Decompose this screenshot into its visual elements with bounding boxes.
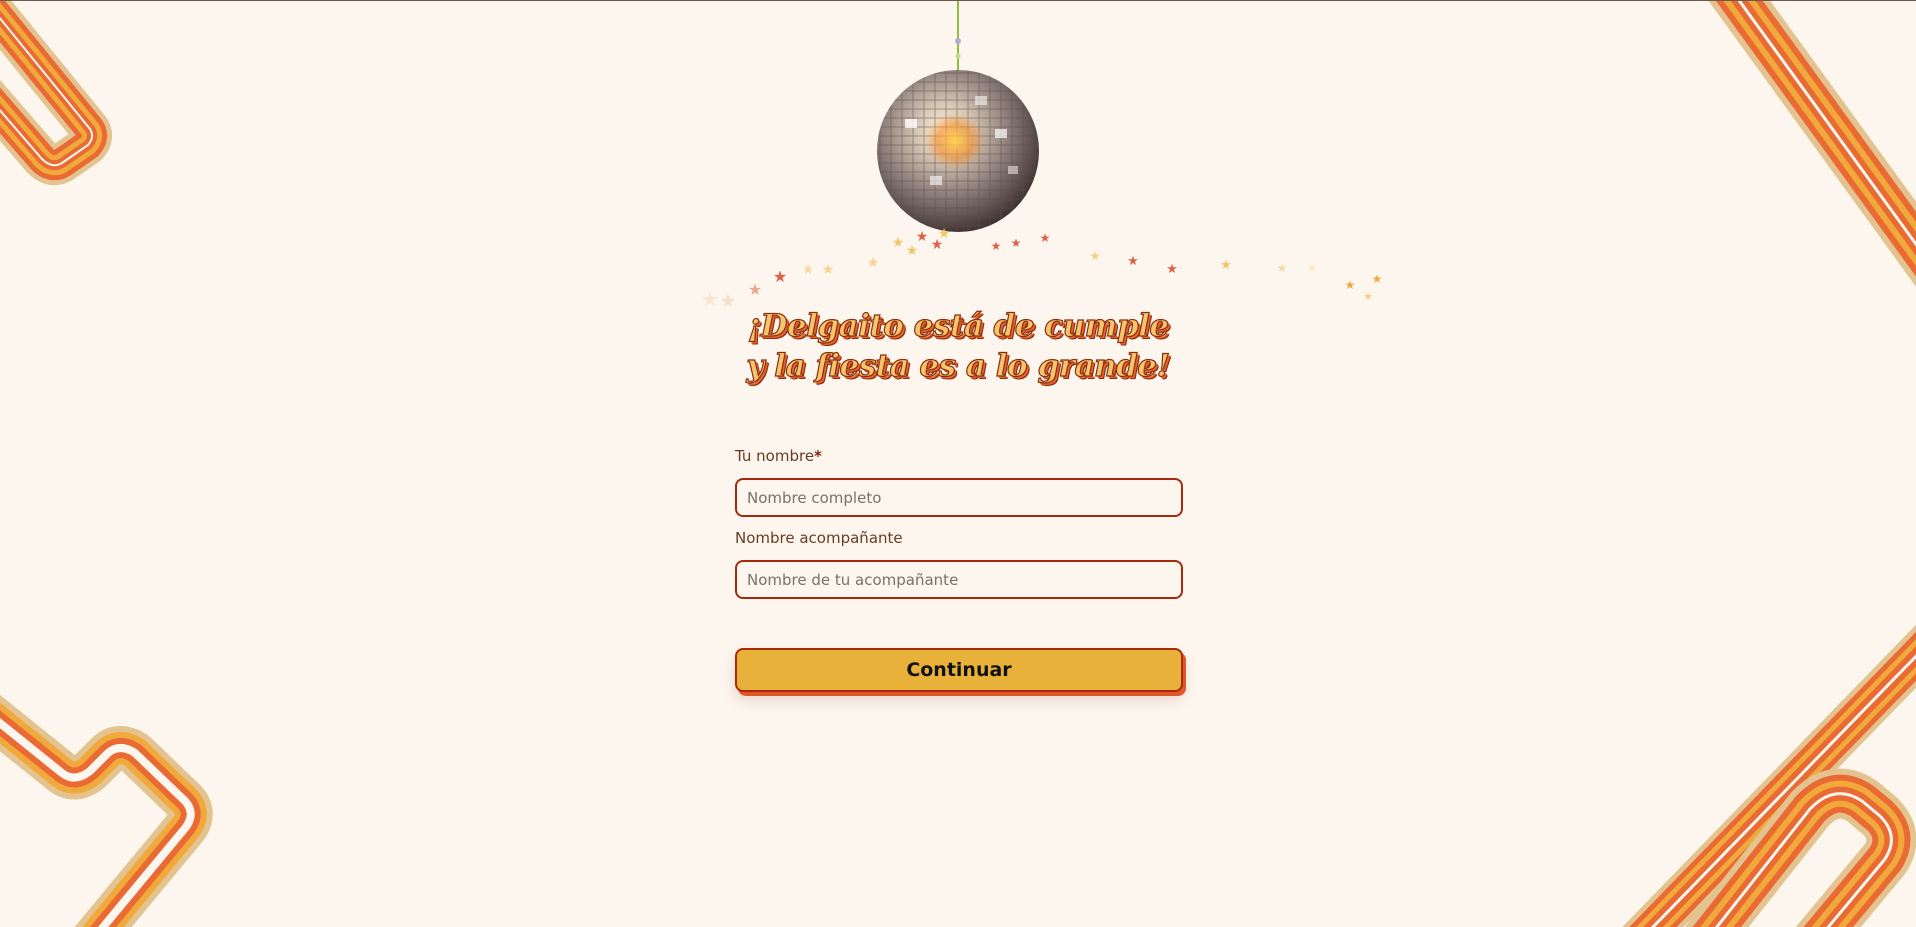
stripe-bottom-right [1622, 624, 1916, 927]
svg-text:★: ★ [1040, 231, 1051, 245]
star-icon: ★ ★ ★ ★ ★ ★ ★ ★ ★ ★ ★ ★ ★ ★ ★ ★ ★ ★ ★ ★ … [701, 226, 1382, 312]
svg-text:★: ★ [991, 239, 1002, 253]
svg-text:★: ★ [1372, 272, 1383, 286]
svg-text:★: ★ [892, 235, 905, 251]
svg-text:★: ★ [906, 243, 919, 259]
companion-input[interactable] [735, 560, 1183, 599]
svg-text:★: ★ [720, 291, 736, 312]
svg-text:★: ★ [773, 267, 787, 286]
name-label-text: Tu nombre [735, 447, 815, 465]
svg-text:★: ★ [701, 287, 719, 311]
svg-text:★: ★ [1127, 254, 1139, 269]
svg-text:★: ★ [1363, 290, 1373, 303]
svg-text:★: ★ [916, 229, 929, 245]
svg-text:★: ★ [1345, 278, 1356, 292]
continue-button[interactable]: Continuar [735, 648, 1183, 692]
svg-text:★: ★ [1307, 261, 1318, 275]
companion-field-label: Nombre acompañante [735, 529, 903, 547]
disco-ball-icon: ★ ★ ★ ★ ★ ★ ★ ★ ★ ★ ★ ★ ★ ★ ★ ★ ★ ★ ★ ★ … [701, 1, 1382, 312]
svg-text:★: ★ [1277, 261, 1288, 275]
invitation-page: ★ ★ ★ ★ ★ ★ ★ ★ ★ ★ ★ ★ ★ ★ ★ ★ ★ ★ ★ ★ … [0, 0, 1916, 927]
svg-text:★: ★ [822, 262, 835, 278]
svg-text:★: ★ [1090, 249, 1101, 263]
svg-text:★: ★ [867, 255, 880, 271]
svg-text:★: ★ [1011, 236, 1022, 250]
name-field-label: Tu nombre* [735, 445, 1183, 467]
svg-text:★: ★ [748, 280, 762, 299]
svg-text:★: ★ [938, 226, 951, 242]
page-title: ¡Delgaito está de cumple y la fiesta es … [746, 307, 1171, 384]
svg-text:★: ★ [1166, 262, 1178, 277]
name-input[interactable] [735, 478, 1183, 517]
rsvp-form: Tu nombre* Nombre acompañante Continuar [735, 445, 1183, 692]
required-mark: * [814, 447, 822, 465]
svg-text:★: ★ [1220, 258, 1232, 273]
svg-text:★: ★ [802, 262, 815, 278]
stripe-bottom-left [0, 694, 213, 927]
